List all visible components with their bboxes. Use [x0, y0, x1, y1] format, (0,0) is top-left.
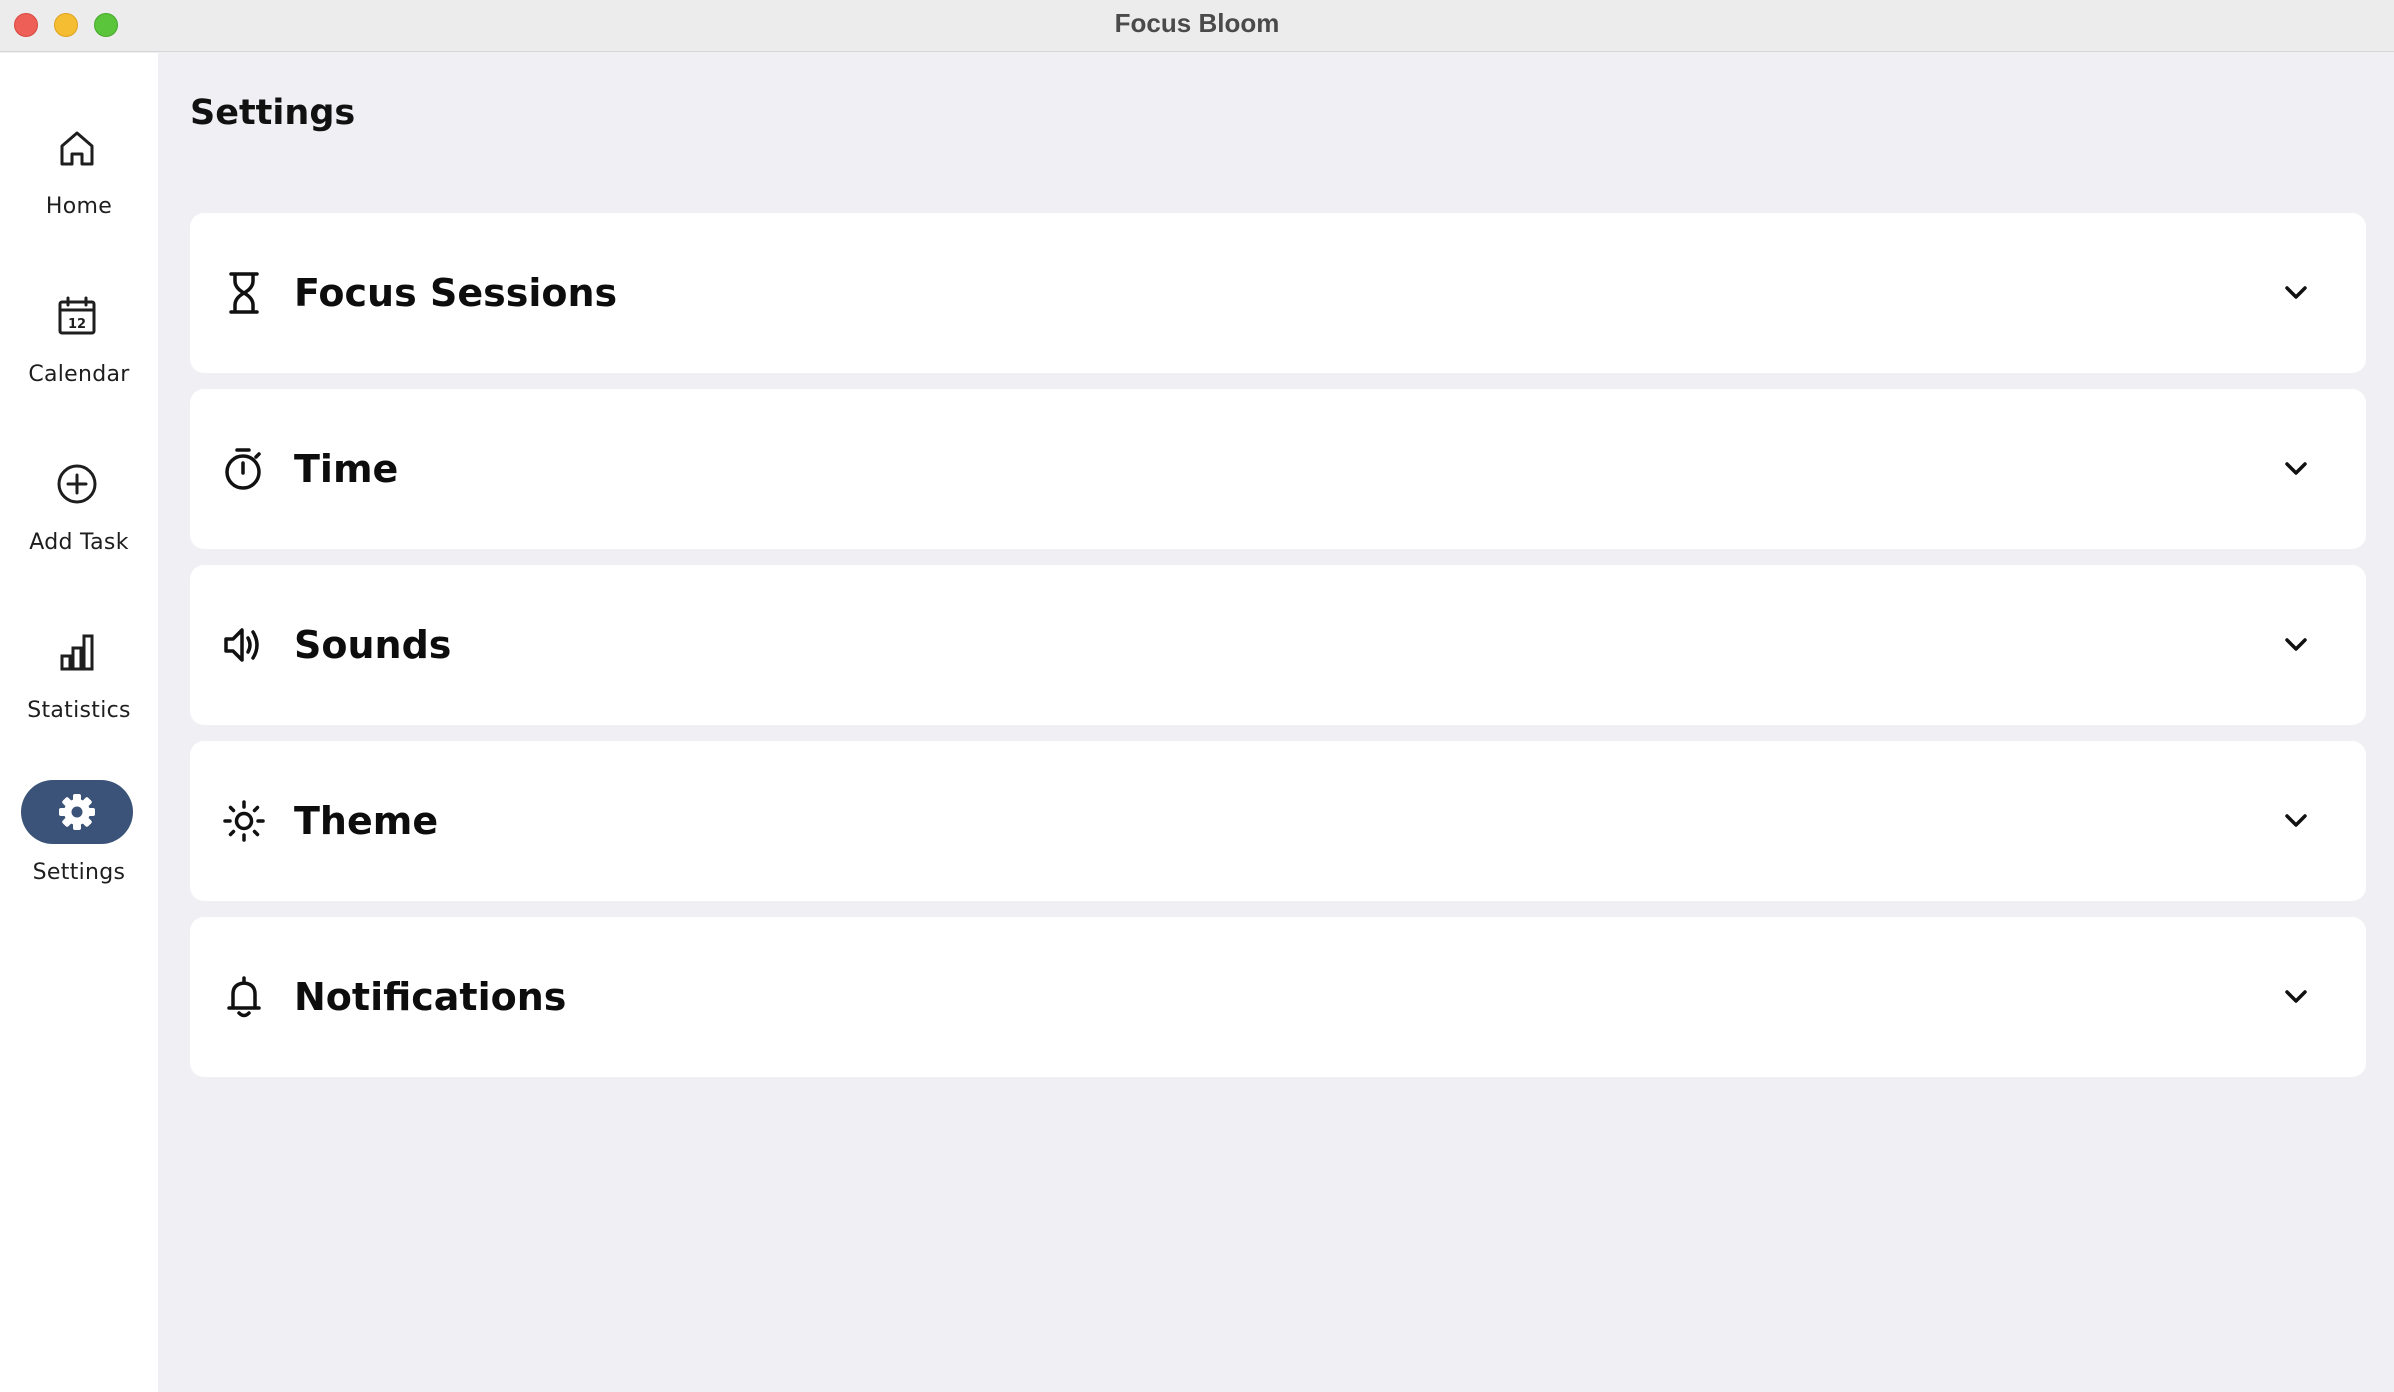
chevron-down-icon[interactable]: [2282, 983, 2310, 1011]
chevron-down-icon[interactable]: [2282, 279, 2310, 307]
calendar-icon-date: 12: [68, 317, 86, 332]
title-bar: Focus Bloom: [0, 0, 2394, 52]
sidebar-item-statistics[interactable]: Statistics: [0, 620, 158, 740]
section-label: Focus Sessions: [294, 271, 618, 315]
sidebar: Home 12 Calendar Add Task Statistics Set…: [0, 53, 158, 1392]
gear-icon: [21, 780, 133, 844]
stopwatch-icon: [222, 447, 266, 491]
sidebar-item-add-task[interactable]: Add Task: [0, 452, 158, 572]
app-window: Focus Bloom Home 12 Calendar Add Task St…: [0, 0, 2394, 1392]
section-time[interactable]: Time: [190, 389, 2366, 549]
sun-icon: [222, 799, 266, 843]
sidebar-item-label: Add Task: [29, 530, 129, 555]
sidebar-item-home[interactable]: Home: [0, 116, 158, 236]
section-label: Theme: [294, 799, 439, 843]
chevron-down-icon[interactable]: [2282, 455, 2310, 483]
calendar-icon: 12: [21, 284, 133, 348]
section-label: Time: [294, 447, 399, 491]
sidebar-item-label: Statistics: [27, 698, 131, 723]
section-theme[interactable]: Theme: [190, 741, 2366, 901]
hourglass-icon: [222, 271, 266, 315]
chevron-down-icon[interactable]: [2282, 631, 2310, 659]
section-focus-sessions[interactable]: Focus Sessions: [190, 213, 2366, 373]
section-sounds[interactable]: Sounds: [190, 565, 2366, 725]
section-label: Sounds: [294, 623, 452, 667]
sidebar-item-label: Calendar: [28, 362, 130, 387]
main-content: Settings Focus Sessions Time Sounds Them…: [158, 53, 2394, 1392]
sidebar-item-settings[interactable]: Settings: [0, 780, 158, 900]
sidebar-item-label: Settings: [32, 860, 126, 885]
sidebar-item-calendar[interactable]: 12 Calendar: [0, 284, 158, 404]
speaker-icon: [222, 623, 266, 667]
add-circle-icon: [21, 452, 133, 516]
sidebar-item-label: Home: [45, 194, 113, 219]
bell-icon: [222, 975, 266, 1019]
bar-chart-icon: [21, 620, 133, 684]
home-icon: [21, 116, 133, 180]
window-title: Focus Bloom: [1114, 8, 1280, 38]
section-notifications[interactable]: Notifications: [190, 917, 2366, 1077]
page-title: Settings: [190, 93, 356, 133]
section-label: Notifications: [294, 975, 567, 1019]
chevron-down-icon[interactable]: [2282, 807, 2310, 835]
